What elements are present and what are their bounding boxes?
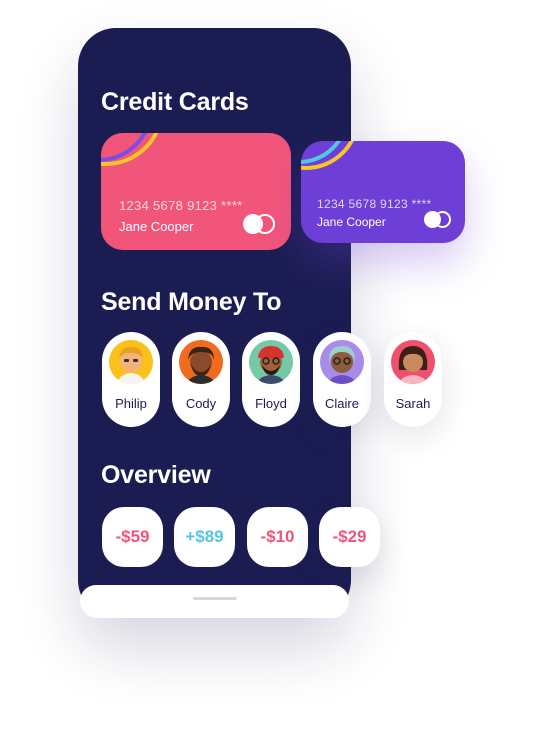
overview-title: Overview [101,461,211,489]
card-decoration-icon [301,141,354,170]
avatar [391,340,435,384]
avatar [249,340,293,384]
card-holder: Jane Cooper [317,215,386,229]
card-holder: Jane Cooper [119,219,194,234]
avatar [109,340,153,384]
contact-cody[interactable]: Cody [172,332,230,427]
overview-item[interactable]: -$59 [102,507,163,567]
contact-claire[interactable]: Claire [313,332,371,427]
contact-philip[interactable]: Philip [102,332,160,427]
card-number: 1234 5678 9123 **** [317,197,432,211]
credit-card-primary[interactable]: 1234 5678 9123 **** Jane Cooper [101,133,291,250]
overview-item[interactable]: -$10 [247,507,308,567]
avatar [179,340,223,384]
contact-name: Cody [185,396,217,411]
card-brand-icon [243,214,275,234]
card-decoration-icon [101,133,159,166]
credit-card-secondary[interactable]: 1234 5678 9123 **** Jane Cooper [301,141,465,243]
contact-name: Philip [115,396,147,411]
contact-floyd[interactable]: Floyd [242,332,300,427]
contact-name: Claire [325,396,359,411]
overview-item[interactable]: +$89 [174,507,235,567]
avatar [320,340,364,384]
drag-handle[interactable] [193,597,237,600]
overview-item[interactable]: -$29 [319,507,380,567]
send-money-title: Send Money To [101,288,282,316]
contact-name: Floyd [255,396,287,411]
card-number: 1234 5678 9123 **** [119,198,243,213]
contact-name: Sarah [395,396,431,411]
bottom-sheet[interactable] [80,585,349,618]
contact-sarah[interactable]: Sarah [384,332,442,427]
credit-cards-title: Credit Cards [101,88,249,116]
card-brand-icon [424,211,452,228]
